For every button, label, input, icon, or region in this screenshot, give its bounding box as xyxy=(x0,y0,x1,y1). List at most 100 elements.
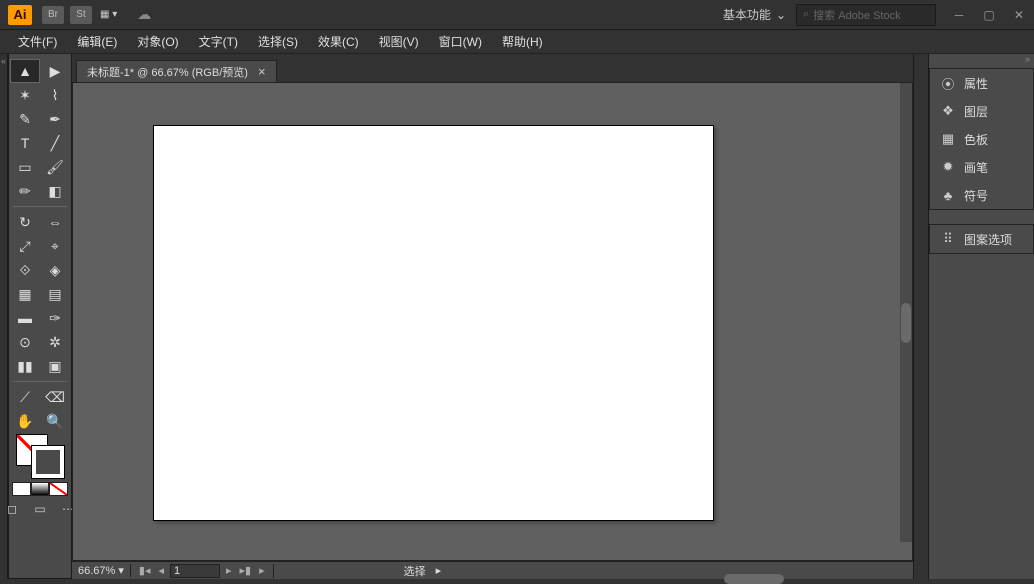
menu-file[interactable]: 文件(F) xyxy=(8,31,67,52)
pattern-icon: ⠿ xyxy=(940,231,956,247)
swatches-label: 色板 xyxy=(964,131,988,148)
symbol-sprayer-tool[interactable]: ✲ xyxy=(41,331,69,353)
color-mode-row xyxy=(12,482,68,496)
artboard-navigator: ▮◂ ◂ 1 ▸ ▸▮ ▸ xyxy=(131,564,274,578)
pattern-options-panel-tab[interactable]: ⠿ 图案选项 xyxy=(930,225,1033,253)
perspective-tool[interactable]: ▦ xyxy=(11,283,39,305)
color-gradient-icon[interactable] xyxy=(31,482,50,496)
next-artboard-button[interactable]: ▸ xyxy=(224,564,234,577)
blend-tool[interactable]: ⊙ xyxy=(11,331,39,353)
menu-bar: 文件(F) 编辑(E) 对象(O) 文字(T) 选择(S) 效果(C) 视图(V… xyxy=(0,30,1034,54)
pattern-options-label: 图案选项 xyxy=(964,231,1012,248)
free-transform-tool[interactable]: ⟐ xyxy=(11,259,39,281)
menu-effect[interactable]: 效果(C) xyxy=(308,31,369,52)
workspace-label: 基本功能 xyxy=(723,6,771,23)
vertical-scroll-thumb[interactable] xyxy=(901,303,911,343)
rotate-tool[interactable]: ↻ xyxy=(11,211,39,233)
symbols-panel-tab[interactable]: ♣符号 xyxy=(930,181,1033,209)
title-bar: Ai Br St ▦ ▾ ☁ 基本功能 ⌄ ⌕ 搜索 Adobe Stock ─… xyxy=(0,0,1034,30)
collapse-panels-icon[interactable]: » xyxy=(929,54,1034,68)
direct-selection-tool[interactable]: ▶ xyxy=(41,60,69,82)
shape-builder-tool[interactable]: ◈ xyxy=(41,259,69,281)
menu-object[interactable]: 对象(O) xyxy=(127,31,188,52)
magic-wand-tool[interactable]: ✶ xyxy=(11,84,39,106)
close-tab-icon[interactable]: × xyxy=(258,64,266,79)
artboard-tool[interactable]: ▣ xyxy=(41,355,69,377)
properties-label: 属性 xyxy=(964,75,988,92)
canvas[interactable] xyxy=(72,82,913,561)
menu-type[interactable]: 文字(T) xyxy=(189,31,248,52)
screen-mode-icon[interactable]: ▭ xyxy=(29,500,51,518)
arrange-docs-icon[interactable]: ▦ ▾ xyxy=(100,9,117,20)
color-solid-icon[interactable] xyxy=(12,482,31,496)
properties-panel-tab[interactable]: ⦿属性 xyxy=(930,69,1033,97)
zoom-tool[interactable]: 🔍 xyxy=(41,410,69,432)
document-tab[interactable]: 未标题-1* @ 66.67% (RGB/预览) × xyxy=(76,60,277,82)
artboard-nav-caret[interactable]: ▸ xyxy=(257,564,267,577)
lasso-tool[interactable]: ⌇ xyxy=(41,84,69,106)
zoom-level[interactable]: 66.67% ▾ xyxy=(72,564,131,577)
panel-group-2: ⠿ 图案选项 xyxy=(929,224,1034,254)
rectangle-tool[interactable]: ▭ xyxy=(11,156,39,178)
column-graph-tool[interactable]: ▮▮ xyxy=(11,355,39,377)
menu-edit[interactable]: 编辑(E) xyxy=(67,31,127,52)
stroke-swatch[interactable] xyxy=(32,446,64,478)
symbols-label: 符号 xyxy=(964,187,988,204)
eyedropper-tool[interactable]: ✑ xyxy=(41,307,69,329)
search-stock-input[interactable]: ⌕ 搜索 Adobe Stock xyxy=(796,4,936,26)
hand-tool[interactable]: ✋ xyxy=(11,410,39,432)
brushes-icon: ✹ xyxy=(940,159,956,175)
layers-label: 图层 xyxy=(964,103,988,120)
menu-help[interactable]: 帮助(H) xyxy=(492,31,553,52)
artboard[interactable] xyxy=(153,125,714,521)
eraser-tool[interactable]: ◧ xyxy=(41,180,69,202)
close-button[interactable]: ✕ xyxy=(1004,3,1034,27)
pen-tool[interactable]: ✎ xyxy=(11,108,39,130)
bridge-icon[interactable]: Br xyxy=(42,6,64,24)
current-tool-label: 选择 xyxy=(394,563,436,579)
pencil-tool[interactable]: ✏ xyxy=(11,180,39,202)
type-tool[interactable]: T xyxy=(11,132,39,154)
first-artboard-button[interactable]: ▮◂ xyxy=(137,564,153,577)
status-caret[interactable]: ▸ xyxy=(436,564,442,577)
vertical-scrollbar[interactable] xyxy=(900,83,912,542)
line-tool[interactable]: ╱ xyxy=(41,132,69,154)
collapse-icon[interactable]: « xyxy=(0,54,7,66)
fill-stroke-swatches[interactable] xyxy=(12,434,68,478)
last-artboard-button[interactable]: ▸▮ xyxy=(238,564,254,577)
scale-tool[interactable]: ⤢ xyxy=(11,235,39,257)
document-area: 未标题-1* @ 66.67% (RGB/预览) × 66.67% ▾ ▮◂ ◂… xyxy=(72,54,913,579)
color-none-icon[interactable] xyxy=(49,482,68,496)
brushes-panel-tab[interactable]: ✹画笔 xyxy=(930,153,1033,181)
panel-group-1: ⦿属性 ❖图层 ▦色板 ✹画笔 ♣符号 xyxy=(929,68,1034,210)
search-icon: ⌕ xyxy=(803,8,809,21)
sync-icon[interactable]: ☁ xyxy=(137,6,151,23)
menu-view[interactable]: 视图(V) xyxy=(369,31,429,52)
search-placeholder: 搜索 Adobe Stock xyxy=(813,7,900,23)
draw-normal-icon[interactable]: ◻ xyxy=(1,500,23,518)
prev-artboard-button[interactable]: ◂ xyxy=(156,564,166,577)
stock-icon[interactable]: St xyxy=(70,6,92,24)
artboard-index-input[interactable]: 1 xyxy=(170,564,220,578)
width-tool[interactable]: ⌖ xyxy=(41,235,69,257)
minimize-button[interactable]: ─ xyxy=(944,3,974,27)
swatches-panel-tab[interactable]: ▦色板 xyxy=(930,125,1033,153)
tab-bar: 未标题-1* @ 66.67% (RGB/预览) × xyxy=(72,54,913,82)
ai-logo: Ai xyxy=(8,5,32,25)
hand-tool-alt[interactable]: ⌫ xyxy=(41,386,69,408)
separator xyxy=(13,381,67,382)
layers-panel-tab[interactable]: ❖图层 xyxy=(930,97,1033,125)
paintbrush-tool[interactable]: 🖌 xyxy=(41,156,69,178)
menu-window[interactable]: 窗口(W) xyxy=(429,31,492,52)
curvature-tool[interactable]: ✒ xyxy=(41,108,69,130)
selection-tool[interactable]: ▲ xyxy=(11,60,39,82)
chevron-down-icon: ⌄ xyxy=(776,8,786,22)
workspace-switcher[interactable]: 基本功能 ⌄ xyxy=(713,6,796,23)
menu-select[interactable]: 选择(S) xyxy=(248,31,308,52)
reflect-tool[interactable]: ⇔ xyxy=(41,211,69,233)
slice-tool[interactable]: ⟋ xyxy=(11,386,39,408)
gradient-tool[interactable]: ▬ xyxy=(11,307,39,329)
toolbox: ▲ ▶ ✶ ⌇ ✎ ✒ T ╱ ▭ 🖌 ✏ ◧ ↻ ⇔ ⤢ ⌖ ⟐ ◈ ▦ ▤ … xyxy=(8,54,72,579)
maximize-button[interactable]: ▢ xyxy=(974,3,1004,27)
mesh-tool[interactable]: ▤ xyxy=(41,283,69,305)
